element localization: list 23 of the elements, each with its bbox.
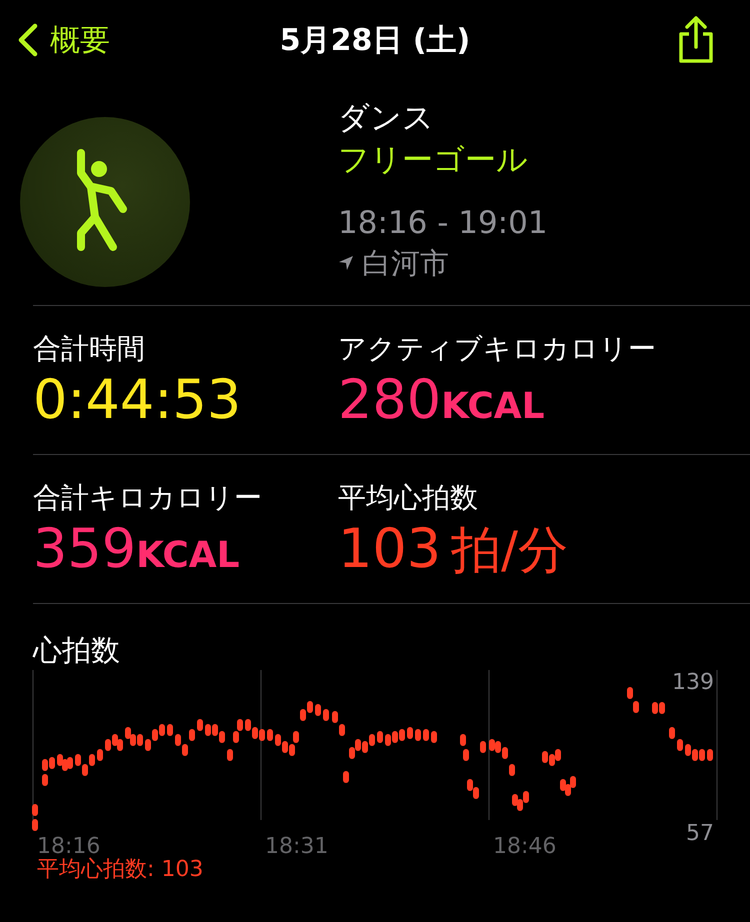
chart-title: 心拍数: [32, 632, 121, 669]
x-axis-label: 18:46: [493, 834, 556, 859]
workout-goal: フリーゴール: [338, 141, 529, 180]
workout-type: ダンス: [338, 99, 435, 138]
metric-value: 280KCAL: [338, 368, 546, 433]
metric-label: 合計時間: [33, 331, 146, 367]
chevron-left-icon: [18, 23, 38, 57]
metric-label: アクティブキロカロリー: [338, 331, 657, 367]
location-text: 白河市: [362, 245, 449, 282]
x-axis-label: 18:31: [265, 834, 328, 859]
metric-label: 平均心拍数: [338, 480, 479, 516]
metric-label: 合計キロカロリー: [33, 480, 263, 516]
y-axis-label: 139: [672, 670, 714, 695]
location-arrow-icon: [338, 255, 354, 271]
x-axis-label: 18:16: [37, 834, 100, 859]
y-axis-label: 57: [686, 821, 714, 846]
metric-value: 0:44:53: [33, 368, 242, 432]
metric-value: 103 拍/分: [338, 517, 569, 582]
metric-value: 359KCAL: [33, 517, 241, 582]
average-heart-rate: 平均心拍数: 103: [36, 856, 204, 884]
date-title: 5月28日 (土): [280, 22, 470, 58]
back-link[interactable]: 概要: [18, 20, 110, 60]
time-range: 18:16 - 19:01: [338, 204, 548, 243]
